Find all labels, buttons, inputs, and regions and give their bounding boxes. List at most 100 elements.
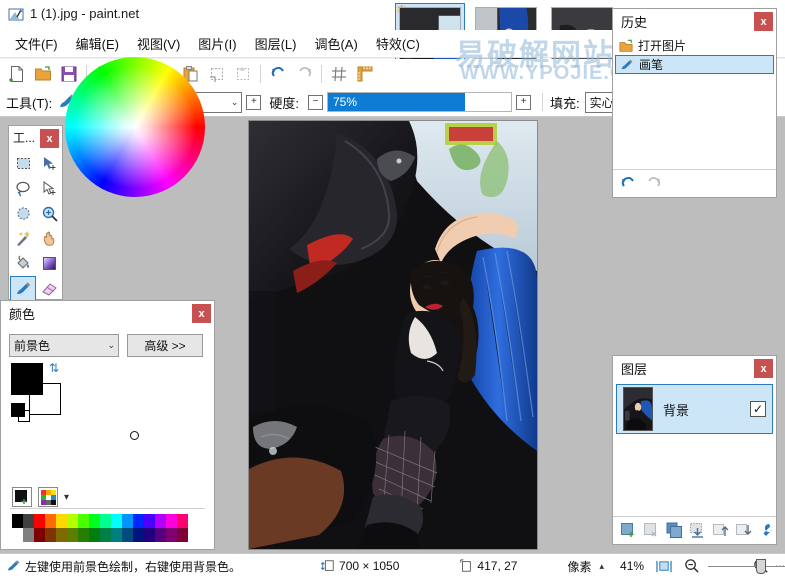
palette-swatch[interactable] — [111, 528, 122, 542]
palette-swatch[interactable] — [89, 514, 100, 528]
tool-magic-wand[interactable] — [10, 226, 36, 251]
save-button[interactable] — [56, 61, 82, 86]
move-layer-up-button[interactable] — [710, 521, 730, 541]
zoom-slider-thumb[interactable] — [756, 559, 767, 574]
palette-swatch[interactable] — [56, 528, 67, 542]
brush-width-increase-button[interactable]: + — [246, 94, 262, 110]
tool-eraser[interactable] — [36, 276, 62, 301]
color-mode-dropdown[interactable]: 前景色 ⌄ — [9, 334, 119, 357]
reset-colors-primary[interactable] — [11, 403, 25, 417]
palette-swatch[interactable] — [12, 528, 23, 542]
add-layer-button[interactable] — [619, 521, 639, 541]
palette-swatch[interactable] — [133, 528, 144, 542]
history-panel-close-button[interactable]: x — [754, 12, 773, 31]
palette-swatch[interactable] — [12, 514, 23, 528]
open-button[interactable] — [30, 61, 56, 86]
palette-swatch[interactable] — [177, 528, 188, 542]
palette-swatch[interactable] — [23, 514, 34, 528]
fit-to-window-button[interactable] — [656, 559, 672, 574]
grid-button[interactable] — [326, 61, 352, 86]
colors-panel-close-button[interactable]: x — [192, 304, 211, 323]
palette-swatch[interactable] — [177, 514, 188, 528]
tool-paint-bucket[interactable] — [10, 251, 36, 276]
colors-panel-title: 颜色 — [9, 307, 36, 322]
zoom-slider[interactable] — [708, 559, 785, 574]
palette-swatch[interactable] — [34, 528, 45, 542]
delete-layer-button[interactable] — [642, 521, 662, 541]
menu-view[interactable]: 视图(V) — [128, 30, 189, 57]
palette-swatch[interactable] — [144, 528, 155, 542]
color-wheel-marker[interactable] — [130, 431, 139, 440]
tool-rectangle-select[interactable] — [10, 151, 36, 176]
menu-edit[interactable]: 编辑(E) — [67, 30, 128, 57]
menu-adjustments[interactable]: 调色(A) — [305, 30, 366, 57]
history-item-paintbrush[interactable]: 画笔 — [615, 55, 774, 74]
duplicate-layer-button[interactable] — [665, 521, 685, 541]
history-redo-button[interactable] — [644, 174, 663, 194]
layer-row-background[interactable]: 背景 ✓ — [616, 384, 773, 434]
palette-swatch[interactable] — [144, 514, 155, 528]
undo-button[interactable] — [265, 61, 291, 86]
layer-visibility-checkbox[interactable]: ✓ — [750, 401, 766, 417]
menu-layers[interactable]: 图层(L) — [246, 30, 306, 57]
tools-grid — [9, 150, 62, 302]
tool-move-selected[interactable] — [36, 151, 62, 176]
tool-move-selection[interactable] — [36, 176, 62, 201]
primary-color-swatch[interactable] — [11, 363, 43, 395]
palette-menu-button[interactable] — [38, 487, 58, 507]
menu-image[interactable]: 图片(I) — [189, 30, 245, 57]
add-color-button[interactable] — [12, 487, 32, 507]
palette-swatch[interactable] — [89, 528, 100, 542]
tool-ellipse-select[interactable] — [10, 201, 36, 226]
palette-swatch[interactable] — [23, 528, 34, 542]
color-wheel[interactable] — [65, 57, 205, 197]
palette-swatch[interactable] — [111, 514, 122, 528]
palette-chevron-down-icon[interactable]: ▾ — [64, 492, 69, 503]
palette-swatch[interactable] — [34, 514, 45, 528]
menu-effects[interactable]: 特效(C) — [367, 30, 429, 57]
redo-button[interactable] — [291, 61, 317, 86]
palette-swatch[interactable] — [166, 528, 177, 542]
palette-swatch[interactable] — [45, 528, 56, 542]
merge-layer-down-button[interactable] — [688, 521, 708, 541]
hardness-increase-button[interactable]: + — [516, 94, 531, 110]
palette-swatch[interactable] — [133, 514, 144, 528]
hardness-slider[interactable]: 75% — [327, 92, 512, 112]
new-button[interactable] — [4, 61, 30, 86]
palette-swatch[interactable] — [122, 528, 133, 542]
tool-zoom[interactable] — [36, 201, 62, 226]
palette-swatch[interactable] — [56, 514, 67, 528]
palette-swatch[interactable] — [78, 514, 89, 528]
layer-properties-button[interactable] — [756, 521, 776, 541]
palette-swatch[interactable] — [155, 528, 166, 542]
palette-swatch[interactable] — [100, 514, 111, 528]
palette-swatch[interactable] — [122, 514, 133, 528]
palette-swatch[interactable] — [45, 514, 56, 528]
palette-swatch[interactable] — [166, 514, 177, 528]
tool-gradient[interactable] — [36, 251, 62, 276]
image-canvas[interactable] — [248, 120, 538, 550]
palette-swatch[interactable] — [78, 528, 89, 542]
deselect-button[interactable] — [230, 61, 256, 86]
status-units[interactable]: 像素 ▴ — [567, 558, 604, 575]
swap-colors-icon[interactable]: ⇅ — [49, 361, 59, 375]
history-undo-button[interactable] — [619, 174, 638, 194]
advanced-button[interactable]: 高级 >> — [127, 334, 203, 357]
palette-swatch[interactable] — [67, 514, 78, 528]
open-folder-icon — [619, 39, 633, 52]
layers-panel-close-button[interactable]: x — [754, 359, 773, 378]
zoom-out-button[interactable] — [684, 558, 700, 574]
palette-swatch[interactable] — [155, 514, 166, 528]
move-layer-down-button[interactable] — [733, 521, 753, 541]
hardness-decrease-button[interactable]: − — [308, 94, 323, 110]
tool-pan[interactable] — [36, 226, 62, 251]
menu-file[interactable]: 文件(F) — [6, 30, 67, 57]
tools-panel-close-button[interactable]: x — [40, 129, 59, 148]
history-item-open-image[interactable]: 打开图片 — [615, 36, 774, 55]
rulers-button[interactable] — [352, 61, 378, 86]
palette-swatch[interactable] — [67, 528, 78, 542]
crop-button[interactable] — [204, 61, 230, 86]
tool-lasso-select[interactable] — [10, 176, 36, 201]
palette-swatch[interactable] — [100, 528, 111, 542]
tool-paintbrush[interactable] — [10, 276, 36, 301]
